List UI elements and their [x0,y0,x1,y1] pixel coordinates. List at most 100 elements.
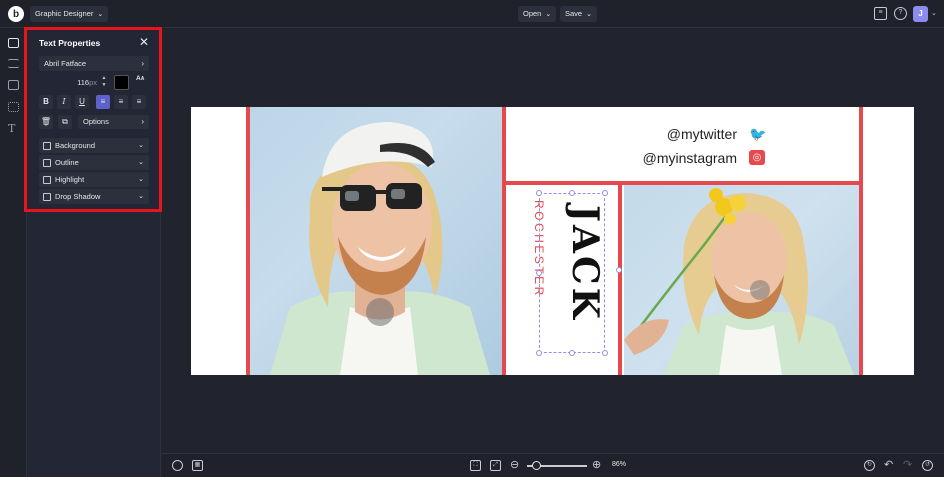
font-size-input[interactable]: 116px [39,75,99,90]
top-bar: b Graphic Designer ⌄ Open ⌄ Save ⌄ ≡ ? J ⌄ [0,0,944,28]
app-logo[interactable]: b [8,6,24,22]
italic-button[interactable]: I [57,95,71,109]
outline-effect-row[interactable]: Outline ⌄ [39,155,149,170]
surname-text[interactable]: ROCHESTER [532,200,546,330]
outline-checkbox[interactable] [43,158,51,167]
font-family-select[interactable]: Abril Fatface › [39,56,149,71]
background-label: Background [55,141,96,150]
delete-button[interactable]: 🗑 [39,115,53,129]
refresh-icon[interactable]: ↻ [864,460,875,471]
twitter-icon: 🐦 [749,126,767,142]
grid-icon[interactable]: ▦ [192,460,203,471]
drop-shadow-checkbox[interactable] [43,192,51,201]
frame-left [246,107,250,375]
instagram-icon: ◎ [749,150,765,165]
feedback-icon[interactable]: ≡ [874,7,887,20]
background-checkbox[interactable] [43,141,51,150]
font-size-stepper[interactable]: ▲ ▼ [100,75,108,90]
elements-icon[interactable] [8,102,19,112]
bold-button[interactable]: B [39,95,53,109]
close-icon[interactable]: ✕ [139,35,149,49]
align-center-icon: ≡ [118,97,124,106]
portrait-illustration-2 [624,188,854,375]
zoom-slider-handle[interactable] [531,461,541,470]
resize-handle[interactable] [536,350,542,356]
text-color-swatch[interactable] [114,75,129,90]
redo-icon[interactable]: ↷ [903,459,912,471]
chevron-right-icon: › [141,117,144,126]
frame-horizontal [502,181,863,185]
text-properties-panel: Text Properties ✕ Abril Fatface › 116px … [27,28,161,477]
highlight-effect-row[interactable]: Highlight ⌄ [39,172,149,187]
font-size-unit: px [89,78,97,87]
fullscreen-icon[interactable]: ⤢ [490,460,501,471]
open-button[interactable]: Open ⌄ [518,6,557,22]
underline-button[interactable]: U [75,95,89,109]
portrait-illustration [270,122,490,375]
resize-handle[interactable] [536,190,542,196]
chevron-down-icon: ⌄ [586,11,592,18]
portrait-photo-sunglasses[interactable] [250,107,502,375]
text-tool-icon[interactable]: T [8,123,15,134]
zoom-in-icon[interactable]: ⊕ [592,459,601,471]
chevron-right-icon: › [141,59,144,68]
layers-stack-icon[interactable] [172,460,183,471]
fit-screen-icon[interactable]: ⛶ [470,460,481,471]
resize-handle[interactable] [602,190,608,196]
resize-handle[interactable] [536,270,542,276]
align-right-button[interactable]: ≡ [132,95,146,109]
options-button[interactable]: Options › [78,115,149,129]
app-mode-label: Graphic Designer [35,9,94,18]
chevron-down-icon: ⌄ [545,11,552,18]
align-center-button[interactable]: ≡ [114,95,128,109]
chevron-down-icon: ⌄ [97,11,104,18]
bottom-bar: ▦ ⛶ ⤢ ⊖ ⊕ 86% ↻ ↶ ↷ ↺ [162,453,944,477]
layers-icon[interactable] [8,80,19,90]
align-left-button[interactable]: ≡ [96,95,110,109]
resize-handle[interactable] [569,350,575,356]
chevron-down-icon: ⌄ [138,193,144,200]
portrait-photo-flowers[interactable] [624,185,859,375]
frame-right [859,107,863,375]
highlight-label: Highlight [55,175,85,184]
background-effect-row[interactable]: Background ⌄ [39,138,149,153]
zoom-out-icon[interactable]: ⊖ [510,459,519,471]
rotate-handle[interactable] [616,267,622,273]
font-size-value: 116 [77,78,90,87]
chevron-down-icon[interactable]: ⌄ [931,9,937,17]
sliders-icon[interactable] [8,59,19,68]
save-button[interactable]: Save ⌄ [560,6,597,22]
firstname-text[interactable]: JACK [564,205,606,345]
align-right-icon: ≡ [136,97,142,106]
chevron-down-icon: ⌄ [138,159,144,166]
duplicate-icon: ⧉ [62,117,68,126]
align-left-icon: ≡ [100,97,106,106]
left-toolbar: T [0,28,27,477]
resize-handle[interactable] [569,190,575,196]
save-label: Save [565,9,583,18]
chevron-down-icon: ⌄ [138,176,144,183]
highlight-checkbox[interactable] [43,175,51,184]
duplicate-button[interactable]: ⧉ [58,115,72,129]
design-artboard[interactable]: @mytwitter 🐦 @myinstagram ◎ ROCHESTER JA… [191,107,914,375]
app-mode-dropdown[interactable]: Graphic Designer ⌄ [30,6,109,22]
text-case-button[interactable]: AA [136,75,144,82]
trash-icon: 🗑 [40,117,52,126]
image-icon[interactable] [8,38,19,48]
font-family-value: Abril Fatface [44,59,87,68]
zoom-level: 86% [612,461,627,468]
help-icon[interactable]: ? [894,7,907,20]
undo-icon[interactable]: ↶ [884,459,893,471]
twitter-handle[interactable]: @mytwitter [621,126,737,142]
drop-shadow-effect-row[interactable]: Drop Shadow ⌄ [39,189,149,204]
chevron-down-icon: ⌄ [138,142,144,149]
history-icon[interactable]: ↺ [922,460,933,471]
resize-handle[interactable] [602,350,608,356]
options-label: Options [83,117,109,126]
frame-mid [502,107,506,375]
open-label: Open [523,9,542,18]
drop-shadow-label: Drop Shadow [55,192,101,201]
user-avatar[interactable]: J [913,6,928,22]
frame-inner [618,181,622,375]
instagram-handle[interactable]: @myinstagram [611,150,737,166]
